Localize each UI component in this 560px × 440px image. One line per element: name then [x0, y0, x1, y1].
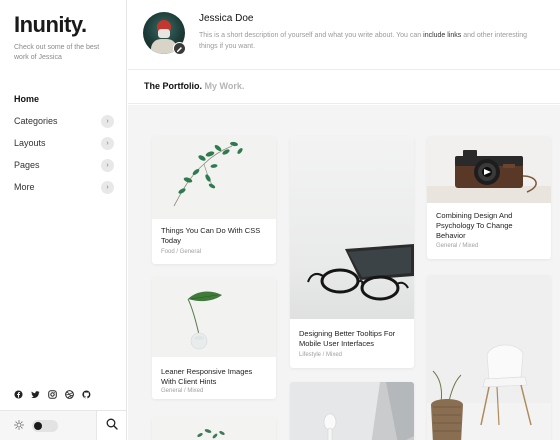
nav-item-label: Layouts — [14, 138, 46, 148]
card-title[interactable]: Combining Design And Psychology To Chang… — [436, 211, 544, 241]
search-icon — [106, 417, 118, 435]
portfolio-card[interactable]: Designing Better Tooltips For Mobile Use… — [290, 136, 414, 368]
toggle-knob — [34, 421, 42, 430]
site-logo[interactable]: Inunity. — [14, 12, 87, 38]
nav-item-pages[interactable]: Pages › — [14, 154, 114, 176]
portfolio-card[interactable]: Combining Design And Psychology To Chang… — [427, 136, 551, 259]
card-image — [152, 417, 276, 440]
chevron-right-icon[interactable]: › — [101, 180, 114, 194]
bio-link[interactable]: include links — [423, 32, 461, 39]
section-title-muted: My Work. — [204, 81, 245, 91]
main-nav: Home Categories › Layouts › Pages › More… — [14, 88, 114, 198]
card-image — [290, 382, 414, 440]
chevron-right-icon[interactable]: › — [101, 136, 114, 150]
card-meta: Lifestyle / Mixed — [299, 352, 343, 358]
site-tagline: Check out some of the best work of Jessi… — [14, 44, 100, 61]
section-header: The Portfolio. My Work. — [128, 70, 560, 104]
card-title[interactable]: Things You Can Do With CSS Today — [161, 226, 269, 246]
card-meta: Food / General — [161, 249, 202, 255]
portfolio-card[interactable]: Things You Can Do With CSS Today Food / … — [152, 136, 276, 264]
theme-switcher — [0, 410, 96, 440]
dribbble-icon[interactable] — [65, 390, 74, 399]
nav-item-more[interactable]: More › — [14, 176, 114, 198]
card-image — [290, 136, 414, 319]
search-button[interactable] — [96, 410, 127, 440]
card-title[interactable]: Designing Better Tooltips For Mobile Use… — [299, 329, 407, 349]
sidebar-footer — [0, 410, 127, 440]
sidebar: Inunity. Check out some of the best work… — [0, 0, 127, 440]
card-image — [152, 136, 276, 219]
nav-item-label: Categories — [14, 116, 58, 126]
portfolio-card[interactable] — [290, 382, 414, 440]
brand-dot: . — [80, 12, 87, 37]
social-links — [14, 390, 91, 399]
twitter-icon[interactable] — [31, 390, 40, 399]
card-title[interactable]: Leaner Responsive Images With Client Hin… — [161, 367, 269, 387]
dark-mode-toggle[interactable] — [32, 419, 58, 432]
portfolio-card[interactable]: Leaner Responsive Images With Client Hin… — [152, 277, 276, 399]
card-image — [427, 136, 551, 203]
sun-icon — [14, 417, 24, 435]
nav-item-label: Home — [14, 94, 40, 104]
portfolio-card[interactable] — [427, 275, 551, 440]
nav-item-layouts[interactable]: Layouts › — [14, 132, 114, 154]
section-title-main: The Portfolio. — [144, 81, 202, 91]
card-image — [427, 275, 551, 440]
chevron-right-icon[interactable]: › — [101, 114, 114, 128]
avatar-face — [158, 29, 170, 38]
facebook-icon[interactable] — [14, 390, 23, 399]
author-header: Jessica Doe This is a short description … — [128, 0, 560, 70]
portfolio-grid: Things You Can Do With CSS Today Food / … — [128, 105, 560, 440]
author-bio: This is a short description of yourself … — [199, 30, 544, 52]
card-meta: General / Mixed — [161, 388, 204, 394]
edit-avatar-button[interactable] — [173, 42, 186, 55]
nav-item-home[interactable]: Home — [14, 88, 114, 110]
instagram-icon[interactable] — [48, 390, 57, 399]
nav-item-categories[interactable]: Categories › — [14, 110, 114, 132]
brand-name: Inunity — [14, 12, 81, 37]
pencil-icon — [176, 40, 183, 58]
bio-text-start: This is a short description of yourself … — [199, 32, 424, 39]
chevron-right-icon[interactable]: › — [101, 158, 114, 172]
nav-item-label: Pages — [14, 160, 40, 170]
author-name: Jessica Doe — [199, 13, 254, 24]
card-image — [152, 277, 276, 357]
nav-item-label: More — [14, 182, 35, 192]
portfolio-card[interactable] — [152, 417, 276, 440]
card-meta: General / Mixed — [436, 243, 479, 249]
github-icon[interactable] — [82, 390, 91, 399]
section-title: The Portfolio. My Work. — [144, 81, 244, 91]
